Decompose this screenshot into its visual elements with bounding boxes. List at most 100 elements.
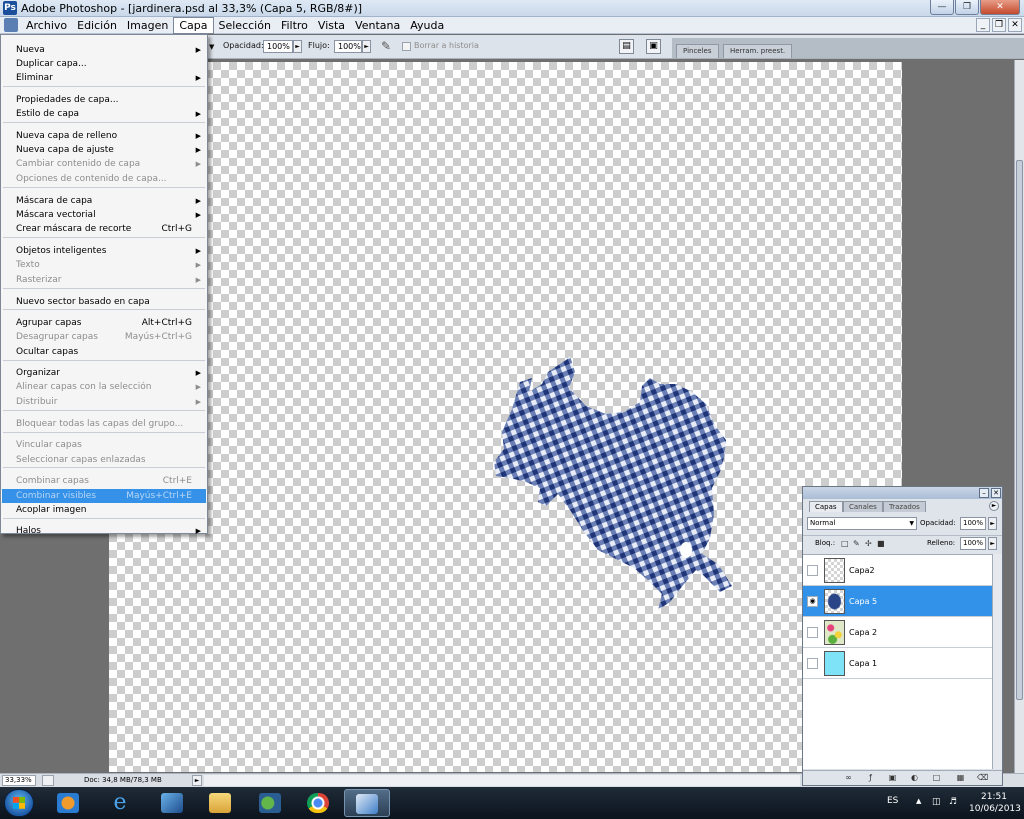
link-layers-icon[interactable]: ∞	[843, 773, 854, 783]
doc-restore-button[interactable]: ❐	[992, 18, 1006, 32]
capa-menu-item[interactable]: Rasterizar ▶	[2, 273, 206, 287]
panel-options-menu-icon[interactable]: ►	[989, 501, 999, 511]
adjustment-layer-icon[interactable]: ◐	[909, 773, 920, 783]
taskbar-explorer[interactable]	[198, 789, 244, 817]
close-button[interactable]: ✕	[980, 0, 1020, 15]
menu-vista[interactable]: Vista	[313, 17, 350, 34]
layer-row[interactable]: ◉ Capa 5	[803, 586, 992, 617]
delete-layer-icon[interactable]: ⌫	[977, 773, 988, 783]
layer-row[interactable]: Capa 1	[803, 648, 992, 679]
doc-close-button[interactable]: ✕	[1008, 18, 1022, 32]
capa-menu-item[interactable]: Nueva capa de ajuste ▶	[2, 143, 206, 157]
capa-menu-item[interactable]: Alinear capas con la selección ▶	[2, 380, 206, 394]
capa-menu-item[interactable]: Seleccionar capas enlazadas	[2, 453, 206, 467]
airbrush-icon[interactable]: ✎	[381, 40, 395, 53]
start-button[interactable]	[4, 789, 34, 817]
capa-menu-item[interactable]: Bloquear todas las capas del grupo...	[2, 417, 206, 431]
layer-style-icon[interactable]: ƒ	[865, 773, 876, 783]
tool-presets-icon[interactable]: ▣	[646, 39, 661, 54]
taskbar-media-player[interactable]	[46, 789, 92, 817]
visibility-toggle[interactable]	[807, 658, 818, 669]
zoom-level-field[interactable]: 33,33%	[2, 775, 36, 786]
capa-menu-item[interactable]: Máscara vectorial ▶	[2, 208, 206, 222]
menu-ventana[interactable]: Ventana	[350, 17, 405, 34]
flow-input[interactable]: 100%	[334, 40, 362, 53]
layer-opacity-input[interactable]: 100%	[960, 517, 986, 530]
capa-menu-item[interactable]: Halos ▶	[2, 524, 206, 538]
status-menu-arrow[interactable]: ►	[192, 775, 202, 786]
menu-imagen[interactable]: Imagen	[122, 17, 173, 34]
capa-menu-item[interactable]: Nuevo sector basado en capa	[2, 295, 206, 309]
menu-ayuda[interactable]: Ayuda	[405, 17, 449, 34]
restore-button[interactable]: ❐	[955, 0, 979, 15]
scrollbar-thumb[interactable]	[1016, 160, 1023, 700]
add-mask-icon[interactable]: ▣	[887, 773, 898, 783]
volume-icon[interactable]: ♬	[949, 797, 957, 807]
menu-seleccion[interactable]: Selección	[214, 17, 276, 34]
taskbar-network-app[interactable]	[248, 789, 294, 817]
capa-menu-item[interactable]: Combinar visibles Mayús+Ctrl+E	[2, 489, 206, 503]
lock-image-icon[interactable]: ✎	[853, 539, 862, 548]
capa-menu-item[interactable]: Máscara de capa ▶	[2, 194, 206, 208]
show-hidden-icons[interactable]: ▲	[916, 797, 921, 805]
capa-menu-item[interactable]: Combinar capas Ctrl+E	[2, 474, 206, 488]
layer-opacity-slider-button[interactable]: ►	[988, 517, 997, 530]
capa-menu-item[interactable]: Propiedades de capa...	[2, 93, 206, 107]
canvas-horizontal-scrollbar[interactable]	[204, 775, 800, 786]
tab-trazados[interactable]: Trazados	[883, 501, 926, 512]
opacity-slider-button[interactable]: ►	[293, 40, 302, 53]
capa-menu-item[interactable]: Nueva capa de relleno ▶	[2, 129, 206, 143]
capa-menu-item[interactable]: Estilo de capa ▶	[2, 107, 206, 121]
capa-menu-item[interactable]: Vincular capas	[2, 438, 206, 452]
new-group-icon[interactable]: □	[931, 773, 942, 783]
capa-menu-item[interactable]: Distribuir ▶	[2, 395, 206, 409]
taskbar-chrome[interactable]	[296, 789, 342, 817]
lock-position-icon[interactable]: ✢	[865, 539, 874, 548]
brush-panel-icon[interactable]: ▤	[619, 39, 634, 54]
erase-history-checkbox[interactable]	[402, 42, 411, 51]
lock-all-icon[interactable]: ■	[877, 539, 886, 548]
capa-menu-item[interactable]: Objetos inteligentes ▶	[2, 244, 206, 258]
menu-edicion[interactable]: Edición	[72, 17, 122, 34]
tab-canales[interactable]: Canales	[843, 501, 883, 512]
capa-menu-item[interactable]: Cambiar contenido de capa ▶	[2, 157, 206, 171]
layer-row[interactable]: Capa 2	[803, 617, 992, 648]
network-icon[interactable]: ◫	[932, 797, 941, 807]
panel-close-button[interactable]: ✕	[991, 488, 1001, 498]
taskbar-internet-explorer[interactable]: e	[98, 789, 144, 817]
blend-mode-select[interactable]: Normal ▼	[807, 517, 917, 530]
capa-menu-item[interactable]: Texto ▶	[2, 258, 206, 272]
capa-menu-item[interactable]: Agrupar capas Alt+Ctrl+G	[2, 316, 206, 330]
layers-list-scrollbar[interactable]	[992, 554, 1002, 769]
lock-transparency-icon[interactable]: □	[841, 539, 850, 548]
capa-menu-item[interactable]: Duplicar capa...	[2, 57, 206, 71]
capa-menu-item[interactable]: Opciones de contenido de capa...	[2, 172, 206, 186]
tab-pinceles[interactable]: Pinceles	[676, 44, 719, 58]
capa-menu-item[interactable]: Nueva ▶	[2, 43, 206, 57]
taskbar-app-3[interactable]	[150, 789, 196, 817]
visibility-toggle[interactable]	[807, 565, 818, 576]
capa-menu-item[interactable]: Ocultar capas	[2, 345, 206, 359]
layer-row[interactable]: Capa2	[803, 555, 992, 586]
tab-herram-preest[interactable]: Herram. preest.	[723, 44, 793, 58]
document-icon[interactable]	[4, 18, 18, 32]
opacity-input[interactable]: 100%	[263, 40, 293, 53]
mode-dropdown-arrow[interactable]: ▼	[209, 41, 214, 53]
capa-menu-item[interactable]: Organizar ▶	[2, 366, 206, 380]
fill-input[interactable]: 100%	[960, 537, 986, 550]
capa-menu-item[interactable]: Acoplar imagen	[2, 503, 206, 517]
menu-filtro[interactable]: Filtro	[276, 17, 313, 34]
eye-icon[interactable]: ◉	[807, 596, 818, 607]
panel-collapse-button[interactable]: –	[979, 488, 989, 498]
canvas-vertical-scrollbar[interactable]	[1014, 60, 1024, 773]
capa-menu-item[interactable]: Desagrupar capas Mayús+Ctrl+G	[2, 330, 206, 344]
document-status-icon[interactable]	[42, 775, 54, 786]
minimize-button[interactable]: —	[930, 0, 954, 15]
tab-capas[interactable]: Capas	[809, 501, 843, 512]
capa-menu-item[interactable]: Eliminar ▶	[2, 71, 206, 85]
language-indicator[interactable]: ES	[887, 796, 898, 806]
visibility-toggle[interactable]	[807, 627, 818, 638]
menu-capa[interactable]: Capa	[173, 17, 214, 34]
capa-menu-item[interactable]: Crear máscara de recorte Ctrl+G	[2, 222, 206, 236]
new-layer-icon[interactable]: ▦	[955, 773, 966, 783]
